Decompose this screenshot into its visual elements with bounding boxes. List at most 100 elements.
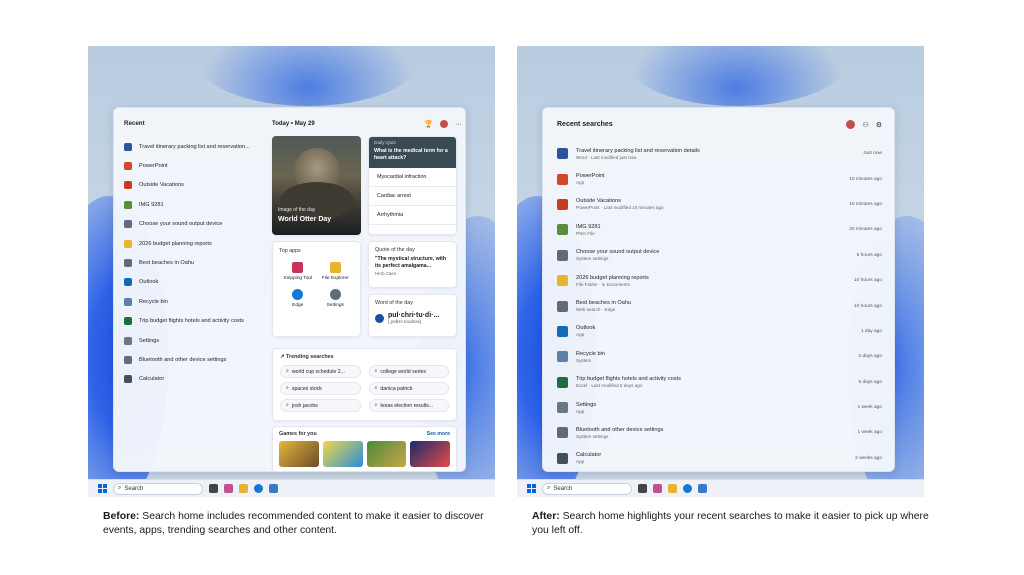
quiz-option[interactable]: Arrhythmia <box>369 206 456 225</box>
recent-item[interactable]: 2026 budget planning reports <box>124 234 269 253</box>
recent-search-item[interactable]: Travel itinerary packing list and reserv… <box>557 141 882 166</box>
recent-item[interactable]: Trip budget flights hotels and activity … <box>124 312 269 331</box>
recent-search-item[interactable]: Trip budget flights hotels and activity … <box>557 370 882 395</box>
app-snipping-tool[interactable]: Snipping Tool <box>279 262 317 281</box>
recent-search-item[interactable]: Outside Vacations PowerPoint · Last modif… <box>557 192 882 217</box>
app-settings[interactable]: Settings <box>317 289 355 308</box>
item-timestamp: 10 hours ago <box>853 303 882 309</box>
games-header: Games for you <box>279 431 317 437</box>
copilot-icon[interactable] <box>653 484 662 493</box>
calculator-icon <box>557 452 568 464</box>
item-subtitle: App <box>576 408 585 414</box>
store-icon[interactable] <box>698 484 707 493</box>
item-timestamp: 10 minutes ago <box>849 201 882 207</box>
windows-start-icon[interactable] <box>527 484 536 493</box>
taskbar-search-box[interactable]: ⌕ Search <box>113 482 203 495</box>
app-file-explorer[interactable]: File Explorer <box>317 262 355 281</box>
word-header: Word of the day <box>375 300 413 306</box>
gear-icon[interactable]: ⚙ <box>876 121 882 129</box>
task-view-icon[interactable] <box>209 484 218 493</box>
store-icon[interactable] <box>269 484 278 493</box>
game-thumbnail[interactable] <box>366 441 407 467</box>
image-file-icon <box>557 224 568 236</box>
edge-icon[interactable] <box>683 484 692 493</box>
item-subtitle: Excel · Last modified 5 days ago <box>576 383 643 389</box>
avatar[interactable] <box>846 120 856 129</box>
daily-quiz-card[interactable]: Daily Quiz What is the medical term for … <box>368 136 457 235</box>
see-more-link[interactable]: See more <box>427 431 450 437</box>
trophy-icon[interactable]: 🏆 <box>424 120 433 128</box>
recent-list: Travel itinerary packing list and reserv… <box>124 137 269 389</box>
speaker-icon <box>557 249 568 261</box>
after-screenshot: Recent searches ⚇ ⚙ Travel itinerary pac… <box>517 46 924 497</box>
more-options-button[interactable]: ··· <box>455 121 462 128</box>
recent-item[interactable]: IMG 9281 <box>124 195 269 214</box>
item-timestamp: 5 hours ago <box>856 252 882 258</box>
edge-icon[interactable] <box>254 484 263 493</box>
recent-item[interactable]: Settings <box>124 331 269 350</box>
recent-search-item[interactable]: IMG 9281 PNG File 20 minutes ago <box>557 217 882 242</box>
recent-item[interactable]: Recycle bin <box>124 292 269 311</box>
image-of-the-day-card[interactable]: Image of the day World Otter Day <box>272 136 361 235</box>
search-icon: ⌕ <box>286 368 289 374</box>
snipping-tool-icon <box>292 262 304 273</box>
recent-item[interactable]: Outside Vacations <box>124 176 269 195</box>
quiz-option[interactable]: Myocardial infraction <box>369 168 456 187</box>
recent-search-item[interactable]: Outlook App 1 day ago <box>557 319 882 344</box>
recent-search-item[interactable]: Calculator App 2 weeks ago <box>557 446 882 471</box>
item-name: Trip budget flights hotels and activity … <box>576 376 681 383</box>
recent-searches-list: Travel itinerary packing list and reserv… <box>557 141 882 471</box>
recent-item-label: Trip budget flights hotels and activity … <box>139 318 244 325</box>
recent-search-item[interactable]: PowerPoint App 10 minutes ago <box>557 166 882 191</box>
bluetooth-settings-icon <box>557 427 568 439</box>
edge-icon <box>292 289 304 300</box>
game-thumbnail[interactable] <box>279 441 319 467</box>
recent-search-item[interactable]: Best beaches in Oahu Web search · Edge 10 … <box>557 293 882 318</box>
trending-search-item[interactable]: ⌕ josh jacobs <box>280 399 361 412</box>
powerpoint-icon <box>124 162 132 171</box>
trending-search-item[interactable]: ⌕ spacex stock <box>280 382 361 395</box>
game-thumbnail[interactable] <box>410 441 450 467</box>
quote-of-the-day-card[interactable]: Quote of the day "The mystical structure… <box>368 241 457 288</box>
item-name: Choose your sound output device <box>576 249 660 256</box>
search-icon: ⌕ <box>547 485 551 491</box>
recent-item[interactable]: Outlook <box>124 273 269 292</box>
recent-item[interactable]: Best beaches in Oahu <box>124 253 269 272</box>
trending-search-item[interactable]: ⌕ world cup schedule 2... <box>280 365 361 378</box>
calculator-icon <box>124 375 132 384</box>
recent-search-item[interactable]: Settings App 1 week ago <box>557 395 882 420</box>
people-icon[interactable]: ⚇ <box>862 121 868 129</box>
file-explorer-icon[interactable] <box>239 484 248 493</box>
today-section: Today • May 29 🏆 ··· <box>272 118 462 130</box>
game-thumbnail[interactable] <box>322 441 363 467</box>
word-doc-icon <box>124 142 132 151</box>
recent-search-item[interactable]: Bluetooth and other device settings Syste… <box>557 420 882 445</box>
trending-search-item[interactable]: ⌕ texas election results... <box>368 399 449 412</box>
top-apps-card: Top apps Snipping Tool File Explorer Edg… <box>272 241 361 337</box>
recent-search-item[interactable]: 2026 budget planning reports File Folder … <box>557 268 882 293</box>
recent-searches-title: Recent searches <box>557 121 613 128</box>
avatar[interactable] <box>440 120 448 128</box>
recent-search-item[interactable]: Recycle bin System 2 days ago <box>557 344 882 369</box>
gear-icon <box>124 336 132 345</box>
recent-item[interactable]: Choose your sound output device <box>124 215 269 234</box>
windows-start-icon[interactable] <box>98 484 107 493</box>
trending-search-item[interactable]: ⌕ college world series <box>368 365 449 378</box>
word-text: pul·chri·tu·di·... <box>388 312 440 319</box>
recent-item[interactable]: Bluetooth and other device settings <box>124 350 269 369</box>
recent-item[interactable]: Travel itinerary packing list and reserv… <box>124 137 269 156</box>
taskbar-search-box[interactable]: ⌕ Search <box>542 482 632 495</box>
speaker-icon[interactable] <box>375 313 384 323</box>
item-name: Calculator <box>576 452 602 459</box>
recent-search-item[interactable]: Choose your sound output device System se… <box>557 243 882 268</box>
quiz-option[interactable]: Cardiac arrest <box>369 187 456 206</box>
recent-item[interactable]: Calculator <box>124 370 269 389</box>
recent-item[interactable]: PowerPoint <box>124 156 269 175</box>
trending-search-item[interactable]: ⌕ danica patrick <box>368 382 449 395</box>
word-of-the-day-card[interactable]: Word of the day pul·chri·tu·di·... [ˌpəl… <box>368 294 457 337</box>
copilot-icon[interactable] <box>224 484 233 493</box>
app-edge[interactable]: Edge <box>279 289 317 308</box>
file-explorer-icon[interactable] <box>668 484 677 493</box>
search-icon: ⌕ <box>374 402 378 408</box>
task-view-icon[interactable] <box>638 484 647 493</box>
